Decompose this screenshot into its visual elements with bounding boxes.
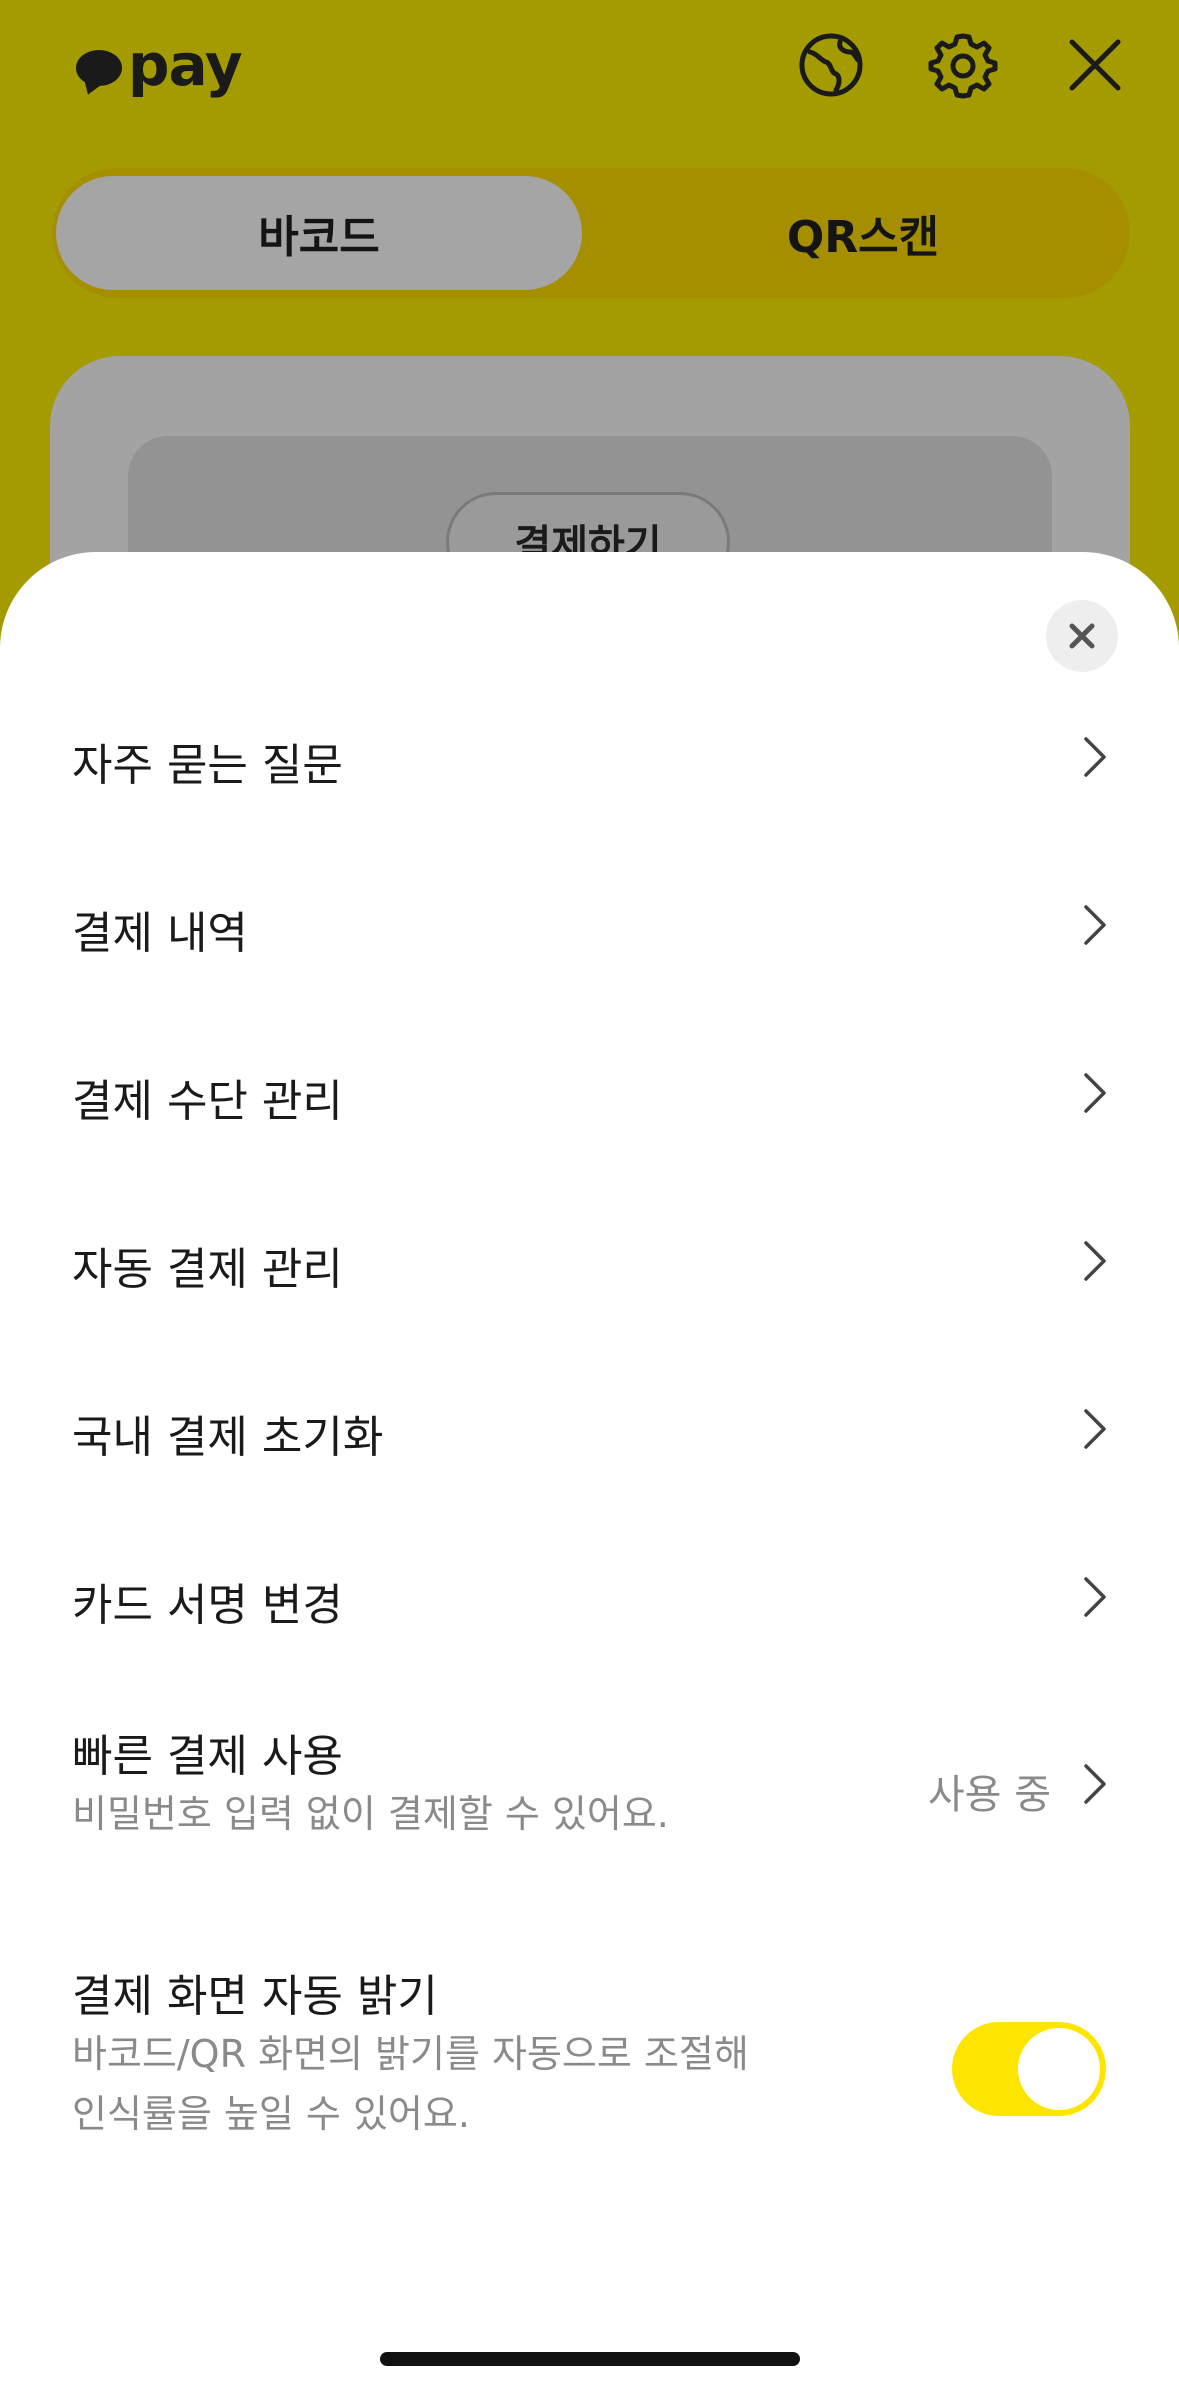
chevron-right-icon (1078, 1069, 1112, 1117)
chevron-right-icon (1078, 1760, 1112, 1808)
globe-icon[interactable] (796, 30, 866, 100)
auto-brightness-toggle[interactable] (952, 2022, 1106, 2116)
logo-text: pay (128, 31, 243, 99)
close-icon[interactable] (1060, 30, 1130, 100)
menu-item-faq[interactable]: 자주 묻는 질문 (0, 697, 1179, 817)
menu-item-fast-pay[interactable]: 빠른 결제 사용 비밀번호 입력 없이 결제할 수 있어요. 사용 중 (0, 1720, 1179, 1880)
fast-pay-label: 빠른 결제 사용 (72, 1731, 343, 1782)
close-icon (1069, 623, 1095, 649)
auto-brightness-description-line1: 바코드/QR 화면의 밝기를 자동으로 조절해 (72, 2032, 749, 2076)
kakaopay-logo: pay (76, 30, 243, 100)
chevron-right-icon (1078, 1573, 1112, 1621)
auto-brightness-label: 결제 화면 자동 밝기 (72, 1971, 438, 2022)
speech-bubble-icon (76, 50, 122, 86)
menu-item-payment-methods[interactable]: 결제 수단 관리 (0, 1033, 1179, 1153)
menu-item-label: 결제 수단 관리 (72, 1076, 343, 1127)
fast-pay-status: 사용 중 (927, 1772, 1051, 1818)
toggle-knob (1018, 2028, 1100, 2110)
tab-switcher: 바코드 QR스캔 (52, 168, 1130, 298)
menu-item-label: 자동 결제 관리 (72, 1244, 343, 1295)
sheet-close-button[interactable] (1046, 600, 1118, 672)
menu-item-label: 자주 묻는 질문 (72, 740, 343, 791)
fast-pay-description: 비밀번호 입력 없이 결제할 수 있어요. (72, 1792, 669, 1836)
chevron-right-icon (1078, 733, 1112, 781)
menu-item-payment-history[interactable]: 결제 내역 (0, 865, 1179, 985)
menu-item-label: 국내 결제 초기화 (72, 1412, 384, 1463)
menu-item-label: 카드 서명 변경 (72, 1580, 343, 1631)
menu-item-auto-payment[interactable]: 자동 결제 관리 (0, 1201, 1179, 1321)
menu-item-auto-brightness: 결제 화면 자동 밝기 바코드/QR 화면의 밝기를 자동으로 조절해 인식률을… (0, 1960, 1179, 2180)
tab-barcode[interactable]: 바코드 (56, 176, 582, 290)
chevron-right-icon (1078, 901, 1112, 949)
menu-item-domestic-reset[interactable]: 국내 결제 초기화 (0, 1369, 1179, 1489)
settings-bottom-sheet: 자주 묻는 질문 결제 내역 결제 수단 관리 자동 결제 관리 국내 결제 초 (0, 552, 1179, 2396)
tab-qr-scan[interactable]: QR스캔 (600, 176, 1126, 290)
chevron-right-icon (1078, 1237, 1112, 1285)
menu-item-label: 결제 내역 (72, 908, 248, 959)
gear-icon[interactable] (928, 30, 998, 100)
screen: pay 바코드 QR스캔 결제하기 자주 묻는 질문 결제 내역 결제 수단 관… (0, 0, 1179, 2396)
auto-brightness-description-line2: 인식률을 높일 수 있어요. (72, 2092, 470, 2136)
home-indicator (380, 2352, 800, 2366)
menu-item-card-signature[interactable]: 카드 서명 변경 (0, 1537, 1179, 1657)
chevron-right-icon (1078, 1405, 1112, 1453)
